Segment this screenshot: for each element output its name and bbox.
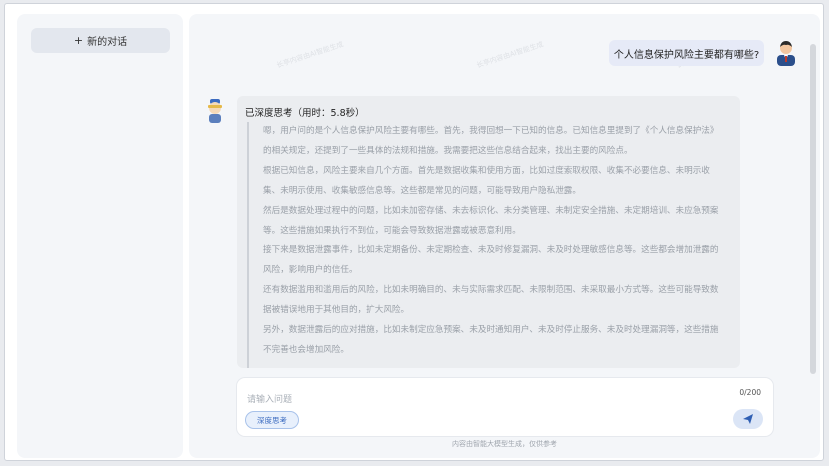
user-avatar-icon [777,41,795,66]
bot-avatar-icon [208,99,222,123]
think-title: 已深度思考（用时：5.8秒） [245,108,365,119]
assistant-answer: 已深度思考（用时：5.8秒） 嗯，用户问的是个人信息保护风险主要有哪些。首先，我… [237,96,740,368]
chat-panel: 长亭内容由AI智能生成 长亭内容由AI智能生成 长亭内容由AI智能生成 个人信息… [189,14,820,458]
think-content: 嗯，用户问的是个人信息保护风险主要有哪些。首先，我得回想一下已知的信息。已知信息… [247,122,727,368]
sidebar: + 新的对话 [17,14,183,458]
think-paragraph: 接下来是数据泄露事件，比如未定期备份、未定期检查、未及时修复漏洞、未及时处理敏感… [263,245,719,276]
app-window: + 新的对话 长亭内容由AI智能生成 长亭内容由AI智能生成 长亭内容由AI智能… [4,3,824,461]
scrollbar[interactable] [810,44,816,374]
user-message: 个人信息保护风险主要都有哪些? [609,40,764,66]
question-input[interactable]: 请输入问题 0/200 深度思考 [237,378,773,436]
new-chat-label: 新的对话 [87,37,128,48]
deep-think-button[interactable]: 深度思考 [245,411,299,429]
watermark: 长亭内容由AI智能生成 [475,40,545,70]
new-chat-button[interactable]: + 新的对话 [31,28,170,53]
think-paragraph: 另外，数据泄露后的应对措施，比如未制定应急预案、未及时通知用户、未及时停止服务、… [263,325,719,355]
think-paragraph: 根据已知信息，风险主要来自几个方面。首先是数据收集和使用方面，比如过度索取权限、… [263,165,710,196]
deep-think-label: 深度思考 [257,415,287,425]
watermark: 长亭内容由AI智能生成 [275,40,345,70]
send-button[interactable] [733,409,763,429]
send-icon [743,414,753,424]
user-message-text: 个人信息保护风险主要都有哪些? [613,49,760,61]
think-paragraph: 还有数据滥用和滥用后的风险，比如未明确目的、未与实际需求匹配、未限制范围、未采取… [263,285,719,316]
footer-note: 内容由智能大模型生成，仅供参考 [452,440,557,448]
input-placeholder[interactable]: 请输入问题 [247,392,292,405]
plus-icon: + [73,34,84,47]
think-paragraph: 然后是数据处理过程中的问题，比如未加密存储、未去标识化、未分类管理、未制定安全措… [263,205,719,236]
char-counter: 0/200 [739,388,761,397]
think-paragraph: 嗯，用户问的是个人信息保护风险主要有哪些。首先，我得回想一下已知的信息。已知信息… [263,126,719,156]
